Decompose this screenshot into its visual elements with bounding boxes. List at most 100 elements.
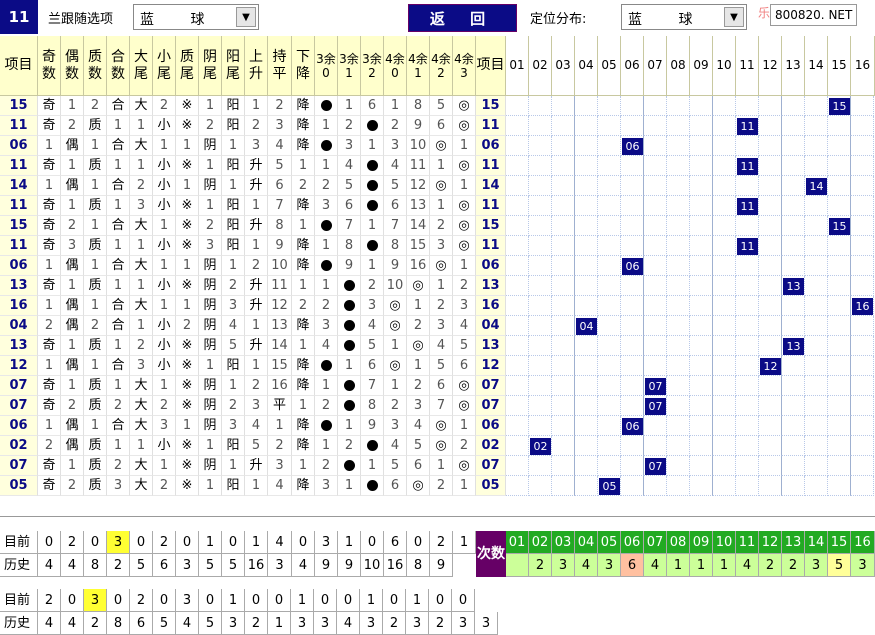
row-item[interactable]: 11	[0, 196, 38, 216]
row-item[interactable]: 04	[0, 316, 38, 336]
table-cell[interactable]: 4	[222, 316, 245, 336]
table-cell[interactable]: ※	[176, 436, 199, 456]
grid-cell[interactable]	[529, 336, 552, 356]
grid-cell[interactable]	[506, 296, 529, 316]
grid-cell[interactable]	[552, 156, 575, 176]
grid-cell[interactable]	[529, 316, 552, 336]
summary2-hist-cell[interactable]: 3	[222, 612, 245, 635]
summary2-hist-cell[interactable]: 3	[406, 612, 429, 635]
grid-cell[interactable]	[506, 436, 529, 456]
number-marker[interactable]: 04	[576, 318, 597, 335]
column-header[interactable]: 3余0	[315, 36, 338, 96]
summary-now-cell[interactable]: 2	[153, 531, 176, 554]
number-marker[interactable]: 14	[806, 178, 827, 195]
table-cell[interactable]: 阴	[199, 276, 222, 296]
grid-cell[interactable]	[782, 156, 805, 176]
table-cell[interactable]: 2	[107, 456, 130, 476]
table-cell[interactable]: 质	[84, 156, 107, 176]
table-cell[interactable]: 1	[245, 476, 268, 496]
grid-cell[interactable]	[736, 376, 759, 396]
table-cell[interactable]: 6	[384, 196, 407, 216]
table-cell[interactable]	[315, 216, 338, 236]
grid-cell[interactable]	[506, 236, 529, 256]
column-header[interactable]: 合数	[107, 36, 130, 96]
row-item[interactable]: 05	[0, 476, 38, 496]
table-cell[interactable]: 3	[315, 196, 338, 216]
table-cell[interactable]: 3	[222, 296, 245, 316]
grid-cell[interactable]	[759, 336, 782, 356]
table-cell[interactable]: 质	[84, 376, 107, 396]
table-cell[interactable]: 阴	[199, 456, 222, 476]
table-cell[interactable]: 1	[84, 256, 107, 276]
grid-cell[interactable]	[805, 156, 828, 176]
table-cell[interactable]: 阴	[199, 296, 222, 316]
table-cell[interactable]: 1	[61, 196, 84, 216]
summary2-hist-cell[interactable]: 2	[84, 612, 107, 635]
grid-column-header[interactable]: 04	[575, 36, 598, 96]
table-cell[interactable]: 偶	[61, 416, 84, 436]
summary-now-cell[interactable]: 0	[84, 531, 107, 554]
grid-cell[interactable]	[851, 156, 874, 176]
grid-cell[interactable]	[736, 396, 759, 416]
grid-cell[interactable]	[759, 176, 782, 196]
summary-now-cell[interactable]: 1	[338, 531, 361, 554]
grid-cell[interactable]	[552, 276, 575, 296]
table-cell[interactable]	[361, 116, 384, 136]
summary-hist-cell[interactable]: 4	[61, 554, 84, 577]
grid-cell[interactable]	[575, 116, 598, 136]
table-cell[interactable]: 3	[130, 356, 153, 376]
grid-cell[interactable]	[529, 296, 552, 316]
table-cell[interactable]: 2	[245, 376, 268, 396]
summary-now-cell[interactable]: 4	[268, 531, 292, 554]
dot-icon[interactable]	[366, 440, 378, 451]
table-cell[interactable]: 4	[338, 156, 361, 176]
table-cell[interactable]: 1	[361, 136, 384, 156]
table-cell[interactable]: 1	[222, 136, 245, 156]
grid-cell[interactable]	[736, 216, 759, 236]
summary2-hist-cell[interactable]: 4	[38, 612, 61, 635]
grid-cell[interactable]	[828, 416, 851, 436]
grid-cell[interactable]	[667, 356, 690, 376]
table-cell[interactable]: 16	[407, 256, 430, 276]
table-cell[interactable]: 3	[107, 476, 130, 496]
table-cell[interactable]: 大	[130, 376, 153, 396]
table-cell[interactable]	[361, 156, 384, 176]
table-cell[interactable]: 阴	[199, 136, 222, 156]
table-cell[interactable]: 6	[430, 376, 453, 396]
column-header[interactable]: 4余1	[407, 36, 430, 96]
table-cell[interactable]: 1	[292, 156, 315, 176]
table-cell[interactable]: 奇	[38, 376, 61, 396]
grid-cell[interactable]	[851, 276, 874, 296]
grid-cell[interactable]	[782, 436, 805, 456]
grid-cell[interactable]	[506, 156, 529, 176]
table-cell[interactable]: 奇	[38, 116, 61, 136]
grid-cell[interactable]	[621, 396, 644, 416]
column-header[interactable]: 上升	[245, 36, 268, 96]
times-column-header[interactable]: 05	[598, 531, 621, 554]
table-cell[interactable]: 2	[315, 456, 338, 476]
table-cell[interactable]: 2	[199, 116, 222, 136]
grid-cell[interactable]	[805, 116, 828, 136]
table-cell[interactable]: 1	[107, 156, 130, 176]
grid-cell[interactable]	[644, 116, 667, 136]
grid-cell[interactable]	[851, 476, 874, 496]
table-cell[interactable]: ◎	[430, 436, 453, 456]
table-cell[interactable]: 15	[407, 236, 430, 256]
grid-cell[interactable]	[713, 156, 736, 176]
grid-cell[interactable]	[828, 256, 851, 276]
row-item[interactable]: 11	[0, 156, 38, 176]
table-cell[interactable]	[338, 316, 361, 336]
table-cell[interactable]: 9	[361, 416, 384, 436]
grid-cell[interactable]	[529, 396, 552, 416]
table-cell[interactable]: 2	[361, 276, 384, 296]
table-cell[interactable]: 1	[453, 136, 476, 156]
grid-cell[interactable]	[667, 136, 690, 156]
table-cell[interactable]: 小	[153, 176, 176, 196]
grid-cell[interactable]	[690, 136, 713, 156]
column-header[interactable]: 奇数	[38, 36, 61, 96]
table-cell[interactable]: 偶	[61, 296, 84, 316]
number-marker[interactable]: 02	[530, 438, 551, 455]
grid-cell[interactable]	[759, 196, 782, 216]
times-column-header[interactable]: 01	[506, 531, 529, 554]
table-cell[interactable]	[338, 336, 361, 356]
